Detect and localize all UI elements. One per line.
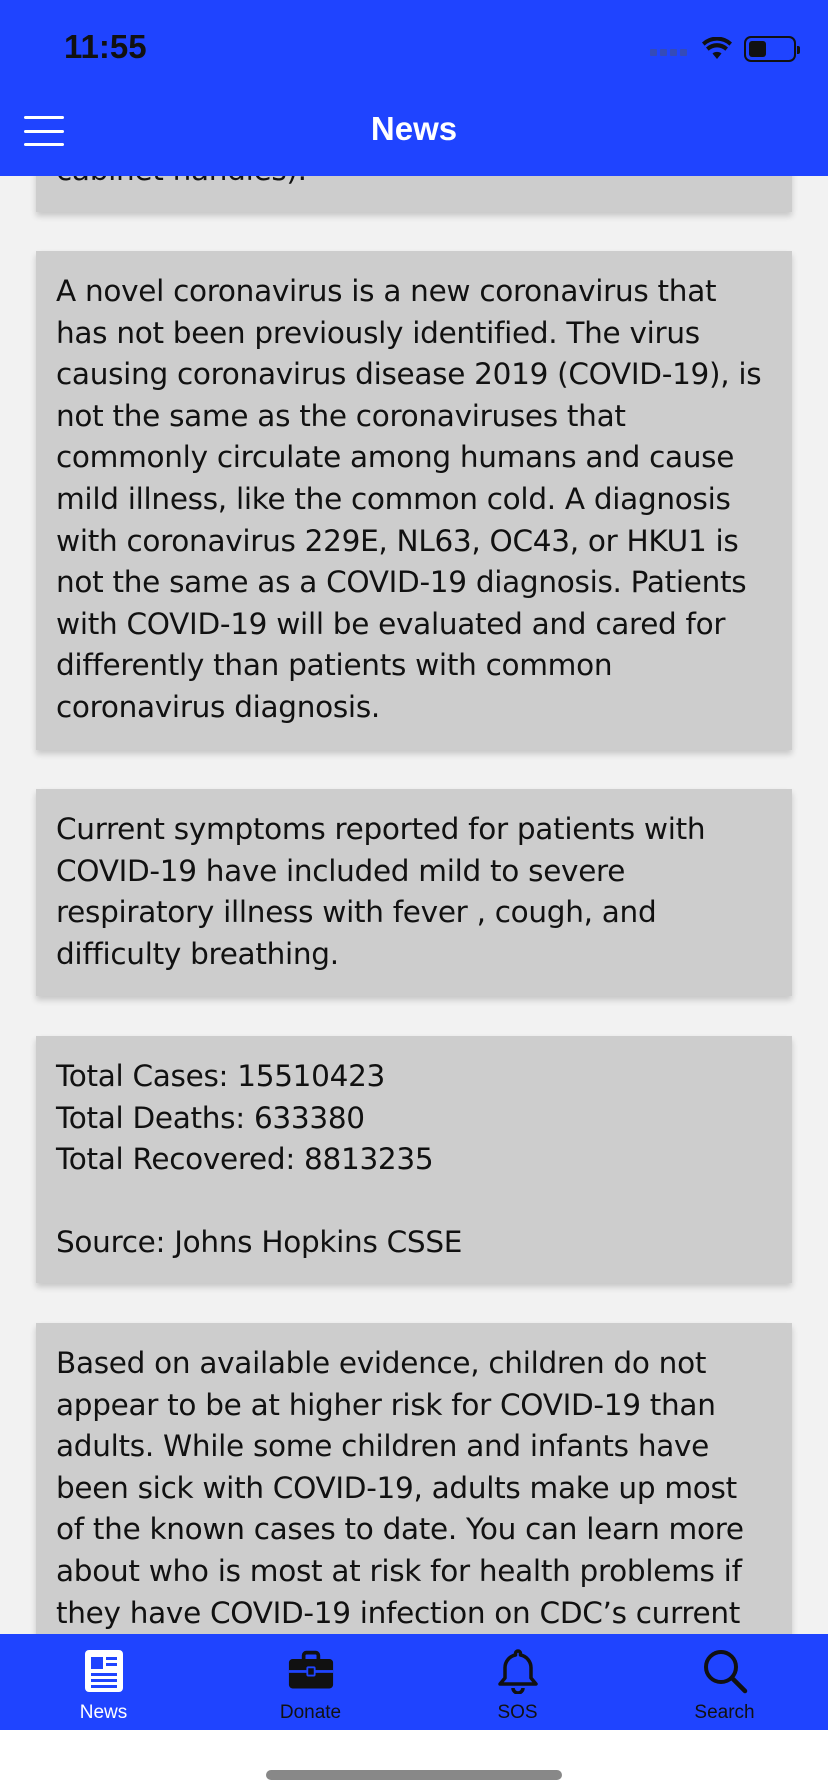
stats-card: Total Cases: 15510423 Total Deaths: 6333… xyxy=(36,1036,792,1283)
tab-bar: News Donate SOS Search xyxy=(0,1634,828,1730)
tab-label: Search xyxy=(694,1702,755,1723)
newspaper-icon xyxy=(81,1648,127,1694)
screen: cabinet handles). A novel coronavirus is… xyxy=(0,0,828,1792)
tab-search[interactable]: Search xyxy=(621,1634,828,1730)
cellular-signal-icon xyxy=(650,42,690,56)
home-indicator[interactable] xyxy=(266,1770,562,1780)
search-icon xyxy=(702,1648,748,1694)
tab-news[interactable]: News xyxy=(0,1634,207,1730)
tab-label: SOS xyxy=(497,1702,538,1723)
briefcase-icon xyxy=(288,1648,334,1694)
wifi-icon xyxy=(702,37,732,59)
tab-sos[interactable]: SOS xyxy=(414,1634,621,1730)
tab-donate[interactable]: Donate xyxy=(207,1634,414,1730)
news-feed[interactable]: cabinet handles). A novel coronavirus is… xyxy=(0,0,828,1634)
status-icons xyxy=(650,34,800,64)
status-time: 11:55 xyxy=(64,28,147,65)
page-title: News xyxy=(370,110,458,147)
news-card: Current symptoms reported for patients w… xyxy=(36,789,792,996)
nav-header: 11:55 News xyxy=(0,0,828,176)
bell-icon xyxy=(495,1648,541,1694)
battery-icon xyxy=(744,36,800,62)
tab-label: News xyxy=(79,1702,128,1723)
tab-label: Donate xyxy=(279,1702,342,1723)
home-indicator-area xyxy=(0,1730,828,1792)
news-card: A novel coronavirus is a new coronavirus… xyxy=(36,251,792,750)
news-card: Based on available evidence, children do… xyxy=(36,1323,792,1634)
